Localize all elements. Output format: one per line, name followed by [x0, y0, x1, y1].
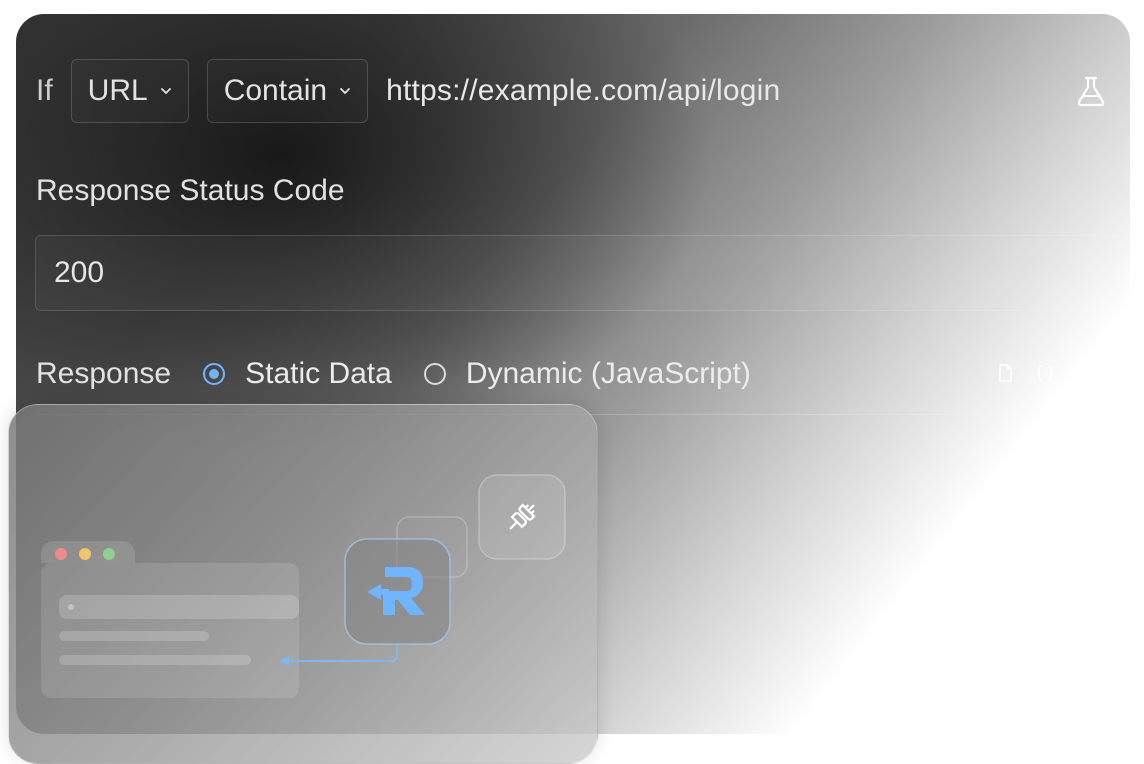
chevron-down-icon [340, 88, 350, 95]
match-field-value: URL [87, 74, 148, 107]
braces-icon[interactable] [1034, 362, 1056, 384]
flask-icon[interactable] [1074, 74, 1108, 108]
window-maximize-dot [103, 548, 115, 560]
browser-proxy-illustration [41, 474, 566, 698]
window-close-dot [55, 548, 67, 560]
radio-static-data[interactable]: Static Data [203, 357, 392, 391]
chevron-down-icon [160, 88, 171, 95]
operator-select[interactable]: Contain [206, 59, 369, 123]
rule-condition-row: If URL Contain https://example.com/api/l… [36, 58, 1116, 124]
operator-value: Contain [223, 74, 328, 107]
browser-window-icon [41, 541, 299, 698]
radio-selected-icon [203, 363, 226, 385]
match-field-select[interactable]: URL [70, 59, 189, 123]
plug-icon [478, 474, 566, 560]
if-label: If [36, 74, 53, 107]
promo-illustration-card [8, 404, 598, 764]
radio-static-data-label: Static Data [245, 357, 392, 390]
copy-icon[interactable] [994, 362, 1016, 384]
requestly-logo-icon [344, 538, 451, 645]
status-code-value: 200 [54, 256, 105, 289]
expand-icon[interactable] [1074, 362, 1096, 384]
status-code-input[interactable]: 200 [35, 235, 1130, 311]
response-type-row: Response Static Data Dynamic (JavaScript… [36, 350, 1106, 398]
connector-arrow [287, 645, 398, 662]
status-code-label: Response Status Code [36, 174, 345, 207]
window-minimize-dot [79, 548, 91, 560]
radio-dynamic-js-label: Dynamic (JavaScript) [465, 357, 751, 390]
radio-dynamic-js[interactable]: Dynamic (JavaScript) [423, 357, 751, 391]
editor-toolbar [994, 362, 1096, 384]
url-input[interactable]: https://example.com/api/login [386, 74, 780, 108]
radio-unselected-icon [423, 363, 446, 385]
response-label: Response [36, 357, 172, 390]
